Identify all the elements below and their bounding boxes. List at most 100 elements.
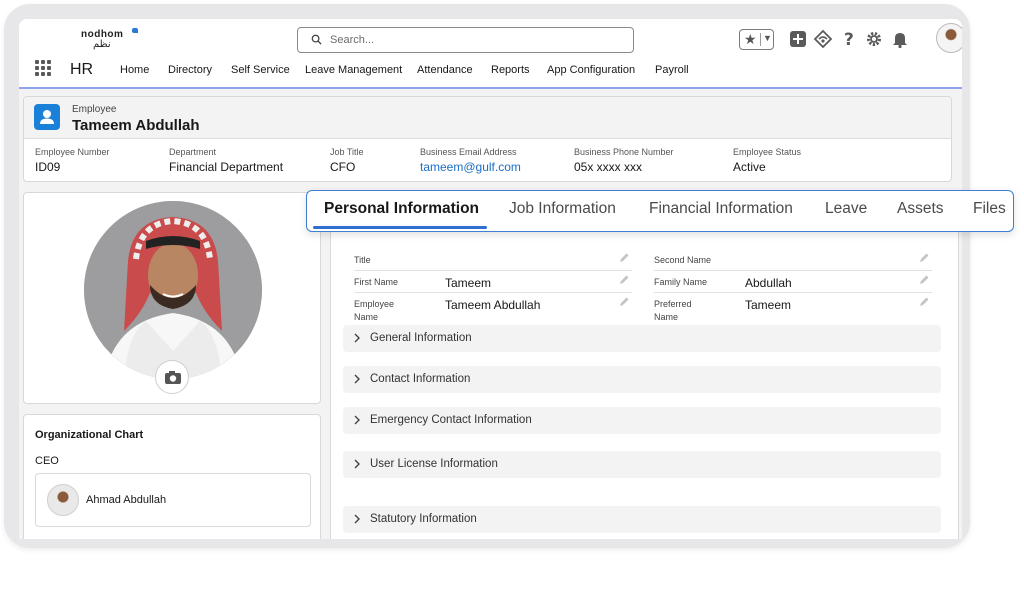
help-icon[interactable]: ? xyxy=(839,29,859,49)
field-preferred-name: Preferred Name Tameem xyxy=(654,293,932,325)
tab-financial-information[interactable]: Financial Information xyxy=(649,200,793,218)
device-frame: nodhom نظم Search... ★ ▼ ? HR Home Direc… xyxy=(4,4,970,548)
tab-leave[interactable]: Leave xyxy=(825,200,867,218)
edit-pencil-icon[interactable] xyxy=(918,252,930,264)
field-label: Preferred Name xyxy=(654,299,692,322)
edit-pencil-icon[interactable] xyxy=(618,274,630,286)
nav-item-directory[interactable]: Directory xyxy=(168,64,212,76)
field-label: Job Title xyxy=(330,147,364,157)
nav-item-attendance[interactable]: Attendance xyxy=(417,64,473,76)
field-value: ID09 xyxy=(35,160,61,174)
section-general-information[interactable]: General Information xyxy=(343,325,941,352)
field-business-phone: Business Phone Number 05x xxxx xxx xyxy=(574,147,674,174)
section-emergency-contact-information[interactable]: Emergency Contact Information xyxy=(343,407,941,434)
edit-pencil-icon[interactable] xyxy=(918,296,930,308)
section-user-license-information[interactable]: User License Information xyxy=(343,451,941,478)
tab-files[interactable]: Files xyxy=(973,200,1006,218)
field-label: Employee Number xyxy=(35,147,110,157)
brand-logo[interactable]: nodhom نظم xyxy=(81,27,151,51)
field-label: First Name xyxy=(354,277,399,287)
field-second-name: Second Name xyxy=(654,249,932,271)
employee-icon xyxy=(34,104,60,130)
logo-mark xyxy=(132,28,138,33)
record-tabs: Personal Information Job Information Fin… xyxy=(306,190,1014,232)
field-employee-status: Employee Status Active xyxy=(733,147,801,174)
field-label: Employee Name xyxy=(354,299,395,322)
field-label: Department xyxy=(169,147,217,157)
email-link[interactable]: tameem@gulf.com xyxy=(420,160,521,174)
field-label: Title xyxy=(354,255,371,265)
global-search[interactable]: Search... xyxy=(297,27,634,53)
setup-assistant-icon[interactable] xyxy=(813,29,833,49)
record-header: Employee Tameem Abdullah xyxy=(24,97,951,139)
field-value: 05x xxxx xxx xyxy=(574,160,643,174)
edit-pencil-icon[interactable] xyxy=(918,274,930,286)
chevron-right-icon xyxy=(354,415,360,425)
tab-assets[interactable]: Assets xyxy=(897,200,944,218)
section-title: Emergency Contact Information xyxy=(370,414,532,426)
nav-item-app-configuration[interactable]: App Configuration xyxy=(547,64,635,76)
section-contact-information[interactable]: Contact Information xyxy=(343,366,941,393)
field-family-name: Family Name Abdullah xyxy=(654,271,932,293)
tab-job-information[interactable]: Job Information xyxy=(509,200,616,218)
field-first-name: First Name Tameem xyxy=(354,271,632,293)
upload-photo-button[interactable] xyxy=(155,360,189,394)
svg-text:?: ? xyxy=(844,30,854,49)
nav-item-reports[interactable]: Reports xyxy=(491,64,530,76)
field-label: Employee Status xyxy=(733,147,802,157)
nav-item-payroll[interactable]: Payroll xyxy=(655,64,689,76)
settings-gear-icon[interactable] xyxy=(864,29,884,49)
record-highlights: Employee Tameem Abdullah Employee Number… xyxy=(23,96,952,182)
section-title: General Information xyxy=(370,332,472,344)
field-employee-number: Employee Number ID09 xyxy=(35,147,110,174)
org-chart-person[interactable]: Ahmad Abdullah xyxy=(35,473,311,527)
tab-personal-information[interactable]: Personal Information xyxy=(324,200,479,218)
field-value: Tameem xyxy=(445,276,492,290)
logo-text-ar: نظم xyxy=(93,39,111,50)
field-title: Title xyxy=(354,249,632,271)
nav-item-leave-management[interactable]: Leave Management xyxy=(305,64,402,76)
edit-pencil-icon[interactable] xyxy=(618,296,630,308)
object-label: Employee xyxy=(72,104,117,115)
field-value: Tameem Abdullah xyxy=(445,298,541,312)
app-name: HR xyxy=(70,61,94,78)
camera-icon xyxy=(165,371,181,384)
edit-pencil-icon[interactable] xyxy=(618,252,630,264)
user-avatar[interactable] xyxy=(936,23,962,53)
profile-photo-card xyxy=(23,192,321,404)
nav-item-self-service[interactable]: Self Service xyxy=(231,64,290,76)
field-value: Tameem xyxy=(745,298,792,312)
chevron-right-icon xyxy=(354,374,360,384)
field-department: Department Financial Department xyxy=(169,147,283,174)
notifications-bell-icon[interactable] xyxy=(890,29,910,49)
app-screen: nodhom نظم Search... ★ ▼ ? HR Home Direc… xyxy=(19,19,962,539)
field-business-email: Business Email Address tameem@gulf.com xyxy=(420,147,521,174)
field-value: Active xyxy=(733,160,766,174)
search-icon xyxy=(311,34,322,45)
field-label: Business Email Address xyxy=(420,147,517,157)
avatar xyxy=(47,484,79,516)
field-job-title: Job Title CFO xyxy=(330,147,364,174)
org-chart-card: Organizational Chart CEO Ahmad Abdullah xyxy=(23,414,321,539)
org-person-name: Ahmad Abdullah xyxy=(86,494,167,506)
search-placeholder: Search... xyxy=(330,34,375,46)
record-detail-panel: Title First Name Tameem Employee Name Ta… xyxy=(330,192,959,539)
field-label: Business Phone Number xyxy=(574,147,674,157)
field-value: Financial Department xyxy=(169,160,284,174)
section-statutory-information[interactable]: Statutory Information xyxy=(343,506,941,533)
profile-photo xyxy=(84,201,262,379)
app-launcher-icon[interactable] xyxy=(35,60,52,77)
section-title: Contact Information xyxy=(370,373,471,385)
section-title: Statutory Information xyxy=(370,513,477,525)
chevron-right-icon xyxy=(354,514,360,524)
section-title: User License Information xyxy=(370,458,498,470)
chevron-down-icon: ▼ xyxy=(763,33,772,43)
active-tab-indicator xyxy=(313,226,487,229)
add-icon[interactable] xyxy=(788,29,808,49)
chevron-right-icon xyxy=(354,459,360,469)
field-employee-name: Employee Name Tameem Abdullah xyxy=(354,293,632,325)
org-chart-role: CEO xyxy=(35,455,59,467)
nav-item-home[interactable]: Home xyxy=(120,64,149,76)
favorites-button[interactable]: ★ ▼ xyxy=(739,29,774,50)
field-label: Family Name xyxy=(654,277,708,287)
